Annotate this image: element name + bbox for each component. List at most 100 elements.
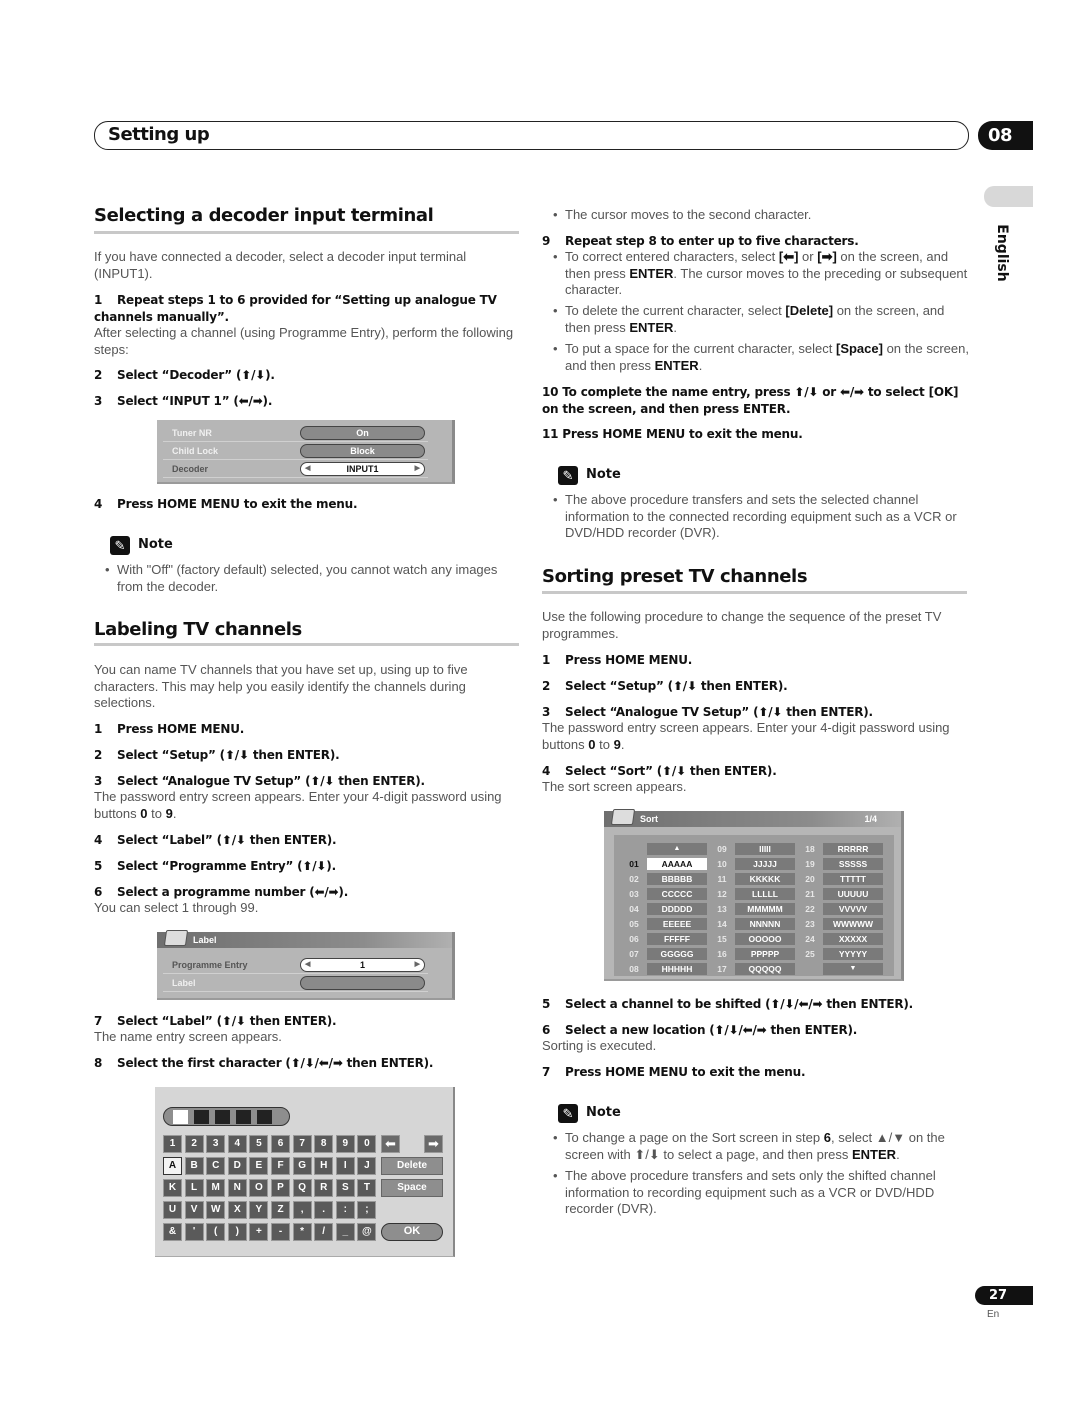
key-button[interactable]: 9 — [335, 1135, 355, 1153]
key-button[interactable]: J — [357, 1157, 377, 1175]
channel-number: 21 — [805, 889, 815, 899]
key-button[interactable]: A — [163, 1157, 182, 1175]
key-button[interactable]: V — [184, 1201, 204, 1219]
key-button[interactable]: Y — [249, 1201, 269, 1219]
name-entry-keyboard: 1 2 3 4 5 6 7 8 9 0 A B C D E F G H I J K L M N O P Q R S T U V W X Y Z,.:;… — [155, 1087, 455, 1257]
key-button[interactable]: + — [249, 1223, 269, 1241]
key-button[interactable]: : — [335, 1201, 355, 1219]
cursor-right-button[interactable]: ➡ — [424, 1135, 443, 1153]
key-button[interactable]: / — [314, 1223, 334, 1241]
channel-cell[interactable]: BBBBB — [647, 873, 707, 885]
osd-value-selector[interactable]: ◀ 1 ▶ — [300, 958, 425, 972]
channel-cell[interactable]: IIIII — [735, 843, 795, 855]
channel-cell[interactable]: CCCCC — [647, 888, 707, 900]
key-button[interactable]: B — [184, 1157, 204, 1175]
channel-number: 17 — [717, 964, 727, 974]
key-button[interactable]: I — [335, 1157, 355, 1175]
key-button[interactable]: O — [249, 1179, 269, 1197]
right-arrow-icon[interactable]: ▶ — [415, 463, 420, 475]
key-button[interactable]: F — [271, 1157, 290, 1175]
channel-cell[interactable]: HHHHH — [647, 963, 707, 975]
channel-cell[interactable]: XXXXX — [823, 933, 883, 945]
ok-button[interactable]: OK — [381, 1223, 443, 1241]
key-button[interactable]: - — [271, 1223, 290, 1241]
key-button[interactable]: ' — [184, 1223, 204, 1241]
channel-cell[interactable]: PPPPP — [735, 948, 795, 960]
key-button[interactable]: R — [314, 1179, 334, 1197]
channel-cell[interactable]: FFFFF — [647, 933, 707, 945]
sorting-step-1: 1 Press HOME MENU. — [542, 653, 693, 667]
key-button[interactable]: * — [292, 1223, 312, 1241]
key-button[interactable]: ; — [357, 1201, 377, 1219]
page-up-button[interactable]: ▲ — [647, 843, 707, 855]
channel-cell[interactable]: JJJJJ — [735, 858, 795, 870]
key-button[interactable]: 5 — [249, 1135, 269, 1153]
channel-cell[interactable]: WWWWW — [823, 918, 883, 930]
channel-cell[interactable]: LLLLL — [735, 888, 795, 900]
key-button[interactable]: W — [206, 1201, 226, 1219]
key-button[interactable]: Q — [292, 1179, 312, 1197]
key-button[interactable]: Z — [271, 1201, 290, 1219]
section-title: Setting up — [108, 124, 210, 145]
character-slots — [163, 1107, 290, 1126]
osd-row-tuner-nr[interactable]: Tuner NR On — [163, 424, 428, 442]
channel-cell[interactable]: MMMMM — [735, 903, 795, 915]
left-arrow-icon[interactable]: ◀ — [305, 959, 310, 971]
left-arrow-icon[interactable]: ◀ — [305, 463, 310, 475]
key-button[interactable]: C — [206, 1157, 226, 1175]
key-button[interactable]: G — [292, 1157, 312, 1175]
channel-cell[interactable]: OOOOO — [735, 933, 795, 945]
key-button[interactable]: _ — [335, 1223, 355, 1241]
key-button[interactable]: N — [227, 1179, 247, 1197]
key-button[interactable]: 1 — [163, 1135, 182, 1153]
delete-button[interactable]: Delete — [381, 1157, 443, 1175]
key-button[interactable]: ( — [206, 1223, 226, 1241]
space-button[interactable]: Space — [381, 1179, 443, 1197]
key-button[interactable]: 3 — [206, 1135, 226, 1153]
note-header: ✎ Note — [558, 1104, 621, 1123]
channel-cell[interactable]: YYYYY — [823, 948, 883, 960]
key-button[interactable]: H — [314, 1157, 334, 1175]
cursor-left-button[interactable]: ⬅ — [381, 1135, 400, 1153]
key-button[interactable]: M — [206, 1179, 226, 1197]
osd-row-programme-entry[interactable]: Programme Entry ◀ 1 ▶ — [163, 956, 428, 974]
channel-cell[interactable]: AAAAA — [647, 858, 707, 870]
page-down-button[interactable]: ▼ — [823, 963, 883, 975]
key-button[interactable]: . — [314, 1201, 334, 1219]
osd-row-child-lock[interactable]: Child Lock Block — [163, 442, 428, 460]
key-button[interactable]: E — [249, 1157, 269, 1175]
key-button[interactable]: 2 — [184, 1135, 204, 1153]
channel-cell[interactable]: VVVVV — [823, 903, 883, 915]
right-arrow-icon[interactable]: ▶ — [415, 959, 420, 971]
channel-cell[interactable]: TTTTT — [823, 873, 883, 885]
channel-cell[interactable]: UUUUU — [823, 888, 883, 900]
key-button[interactable]: ) — [227, 1223, 247, 1241]
channel-cell[interactable]: RRRRR — [823, 843, 883, 855]
osd-row-label[interactable]: Label — [163, 974, 428, 992]
key-button[interactable]: P — [271, 1179, 290, 1197]
key-button[interactable]: K — [163, 1179, 182, 1197]
key-button[interactable]: S — [335, 1179, 355, 1197]
key-button[interactable]: , — [292, 1201, 312, 1219]
channel-cell[interactable]: QQQQQ — [735, 963, 795, 975]
key-button[interactable]: 0 — [357, 1135, 377, 1153]
osd-row-decoder[interactable]: Decoder ◀ INPUT1 ▶ — [163, 460, 428, 478]
channel-cell[interactable]: EEEEE — [647, 918, 707, 930]
key-button[interactable]: & — [163, 1223, 182, 1241]
key-button[interactable]: 4 — [227, 1135, 247, 1153]
channel-cell[interactable]: SSSSS — [823, 858, 883, 870]
key-button[interactable]: D — [227, 1157, 247, 1175]
key-button[interactable]: U — [163, 1201, 182, 1219]
key-button[interactable]: T — [357, 1179, 377, 1197]
key-button[interactable]: @ — [357, 1223, 377, 1241]
channel-cell[interactable]: KKKKK — [735, 873, 795, 885]
key-button[interactable]: X — [227, 1201, 247, 1219]
key-button[interactable]: 6 — [271, 1135, 290, 1153]
channel-cell[interactable]: GGGGG — [647, 948, 707, 960]
key-button[interactable]: L — [184, 1179, 204, 1197]
channel-cell[interactable]: DDDDD — [647, 903, 707, 915]
channel-cell[interactable]: NNNNN — [735, 918, 795, 930]
key-button[interactable]: 8 — [314, 1135, 334, 1153]
osd-value-selector[interactable]: ◀ INPUT1 ▶ — [300, 462, 425, 476]
key-button[interactable]: 7 — [292, 1135, 312, 1153]
